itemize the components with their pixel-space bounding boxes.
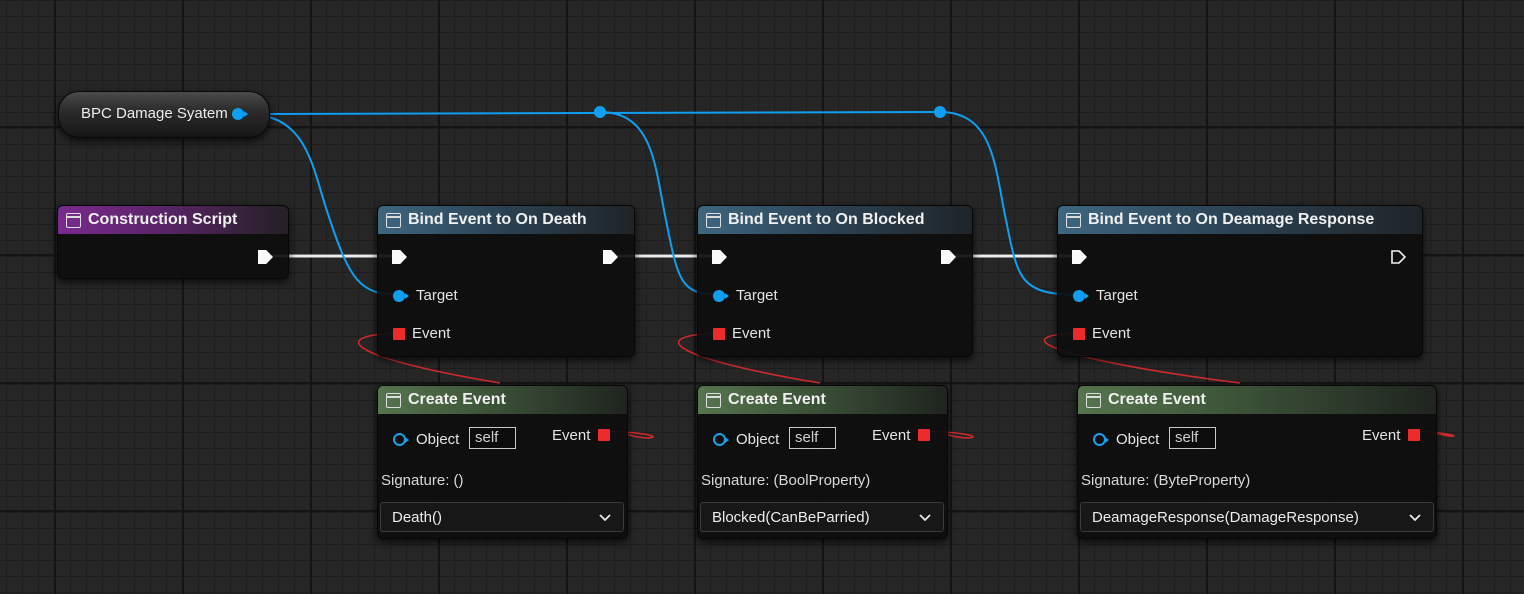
node-title: Bind Event to On Deamage Response	[1088, 211, 1375, 228]
create-event-node-damage-response[interactable]: Create Event Object self Event Signature…	[1077, 385, 1437, 539]
wire-reroute-knot[interactable]	[934, 106, 946, 118]
event-output-pin[interactable]	[598, 429, 610, 441]
exec-output-pin[interactable]	[258, 250, 273, 264]
node-header: Construction Script	[58, 206, 288, 234]
event-label: Event	[412, 325, 451, 342]
function-node-icon	[706, 392, 721, 408]
exec-input-pin[interactable]	[712, 250, 727, 264]
event-label: Event	[872, 427, 911, 444]
target-input-pin[interactable]	[1073, 290, 1089, 302]
target-input-pin[interactable]	[393, 290, 409, 302]
node-header: Bind Event to On Blocked	[698, 206, 972, 234]
chevron-down-icon	[1409, 514, 1421, 522]
variable-node-bpc-damage-system[interactable]: BPC Damage Syatem	[58, 91, 270, 138]
bind-event-on-death-node[interactable]: Bind Event to On Death Target Event	[377, 205, 635, 357]
event-output-pin[interactable]	[918, 429, 930, 441]
node-header: Create Event	[1078, 386, 1436, 414]
event-label: Event	[1092, 325, 1131, 342]
dropdown-value: Death()	[392, 508, 443, 526]
signature-text: Signature: (ByteProperty)	[1081, 472, 1251, 489]
object-self-field[interactable]: self	[469, 427, 516, 449]
exec-output-pin[interactable]	[941, 250, 956, 264]
node-title: Bind Event to On Death	[408, 211, 587, 228]
node-title: Create Event	[408, 391, 506, 408]
event-input-pin[interactable]	[1073, 328, 1085, 340]
object-label: Object	[736, 431, 780, 448]
node-header: Bind Event to On Deamage Response	[1058, 206, 1422, 234]
object-input-pin[interactable]	[393, 433, 409, 446]
variable-label: BPC Damage Syatem	[81, 105, 228, 122]
function-select-dropdown[interactable]: DeamageResponse(DamageResponse)	[1080, 502, 1434, 532]
node-header: Create Event	[378, 386, 627, 414]
create-event-node-blocked[interactable]: Create Event Object self Event Signature…	[697, 385, 948, 539]
object-input-pin[interactable]	[1093, 433, 1109, 446]
dropdown-value: DeamageResponse(DamageResponse)	[1092, 508, 1359, 526]
exec-input-pin[interactable]	[1072, 250, 1087, 264]
node-title: Construction Script	[88, 211, 238, 228]
variable-output-pin[interactable]	[232, 108, 248, 120]
function-node-icon	[1066, 212, 1081, 228]
function-node-icon	[1086, 392, 1101, 408]
target-label: Target	[416, 287, 458, 304]
object-label: Object	[416, 431, 460, 448]
target-input-pin[interactable]	[713, 290, 729, 302]
event-output-pin[interactable]	[1408, 429, 1420, 441]
function-node-icon	[706, 212, 721, 228]
bind-event-on-blocked-node[interactable]: Bind Event to On Blocked Target Event	[697, 205, 973, 357]
signature-text: Signature: (BoolProperty)	[701, 472, 871, 489]
event-input-pin[interactable]	[713, 328, 725, 340]
function-select-dropdown[interactable]: Death()	[380, 502, 624, 532]
exec-output-pin-unconnected[interactable]	[1391, 250, 1406, 264]
construction-script-node[interactable]: Construction Script	[57, 205, 289, 279]
event-label: Event	[732, 325, 771, 342]
node-header: Bind Event to On Death	[378, 206, 634, 234]
object-self-field[interactable]: self	[789, 427, 836, 449]
node-title: Create Event	[728, 391, 826, 408]
create-event-node-death[interactable]: Create Event Object self Event Signature…	[377, 385, 628, 539]
exec-output-pin[interactable]	[603, 250, 618, 264]
target-label: Target	[736, 287, 778, 304]
bind-event-on-damage-response-node[interactable]: Bind Event to On Deamage Response Target…	[1057, 205, 1423, 357]
exec-input-pin[interactable]	[392, 250, 407, 264]
function-node-icon	[386, 212, 401, 228]
target-label: Target	[1096, 287, 1138, 304]
object-self-field[interactable]: self	[1169, 427, 1216, 449]
event-input-pin[interactable]	[393, 328, 405, 340]
signature-text: Signature: ()	[381, 472, 464, 489]
dropdown-value: Blocked(CanBeParried)	[712, 508, 870, 526]
node-title: Create Event	[1108, 391, 1206, 408]
event-label: Event	[552, 427, 591, 444]
object-input-pin[interactable]	[713, 433, 729, 446]
chevron-down-icon	[599, 514, 611, 522]
node-title: Bind Event to On Blocked	[728, 211, 925, 228]
event-label: Event	[1362, 427, 1401, 444]
object-label: Object	[1116, 431, 1160, 448]
wire-reroute-knot[interactable]	[594, 106, 606, 118]
function-node-icon	[386, 392, 401, 408]
event-node-icon	[66, 212, 81, 228]
object-wire	[245, 111, 941, 115]
function-select-dropdown[interactable]: Blocked(CanBeParried)	[700, 502, 944, 532]
node-header: Create Event	[698, 386, 947, 414]
chevron-down-icon	[919, 514, 931, 522]
